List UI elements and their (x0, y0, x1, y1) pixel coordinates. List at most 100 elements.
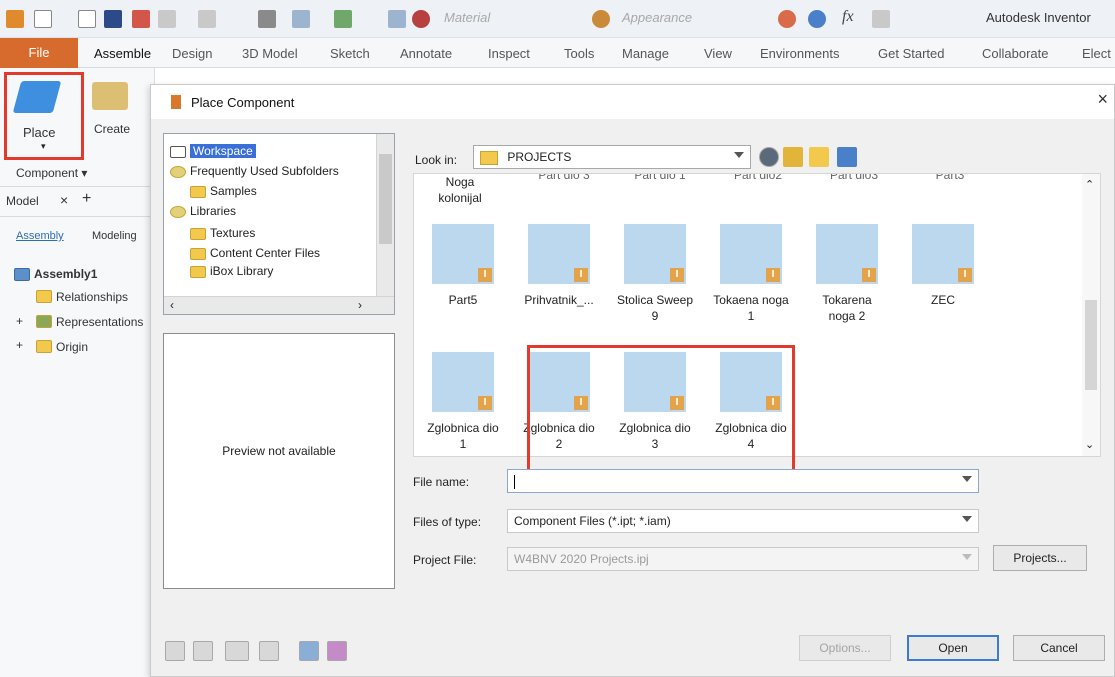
scroll-down-icon[interactable]: ⌄ (1085, 438, 1094, 451)
create-label[interactable]: Create (94, 122, 130, 136)
options-icon[interactable] (327, 641, 347, 661)
file-item[interactable]: I Stolica Sweep 9 (616, 224, 694, 324)
project-file-value: W4BNV 2020 Projects.ipj (514, 552, 649, 566)
location-samples[interactable]: Samples (190, 182, 257, 200)
adjust-icon[interactable] (778, 10, 796, 28)
new-folder-icon[interactable] (809, 147, 829, 167)
tab-inspect[interactable]: Inspect (488, 46, 530, 61)
ribbon-tabs: File Assemble Design 3D Model Sketch Ann… (0, 38, 1115, 68)
tree-item-representations[interactable]: Representations (56, 315, 143, 329)
fx-icon[interactable]: fx (842, 8, 854, 26)
save-icon[interactable] (104, 10, 122, 28)
tree-root[interactable]: Assembly1 (34, 267, 97, 281)
location-textures[interactable]: Textures (190, 224, 255, 242)
scroll-up-icon[interactable]: ⌃ (1085, 178, 1094, 191)
partial-file[interactable]: Part dio3 (814, 174, 894, 182)
partial-file[interactable]: Part dio 1 (620, 174, 700, 182)
location-label: Samples (210, 184, 257, 198)
undo-icon[interactable] (158, 10, 176, 28)
open-icon[interactable] (78, 10, 96, 28)
projects-button[interactable]: Projects... (993, 545, 1087, 571)
tab-annotate[interactable]: Annotate (400, 46, 452, 61)
file-list-vscroll[interactable]: ⌃ ⌄ (1082, 174, 1100, 456)
material-dropdown[interactable]: Material (444, 10, 580, 30)
expand-icon[interactable]: + (16, 314, 23, 328)
tree-item-relationships[interactable]: Relationships (56, 290, 128, 304)
open-button[interactable]: Open (907, 635, 999, 661)
tab-assembly[interactable]: Assembly (16, 230, 64, 242)
scroll-thumb[interactable] (379, 154, 392, 244)
partial-file[interactable]: Noga kolonijal (430, 174, 490, 206)
home-icon[interactable] (258, 10, 276, 28)
file-item[interactable]: I Zglobnica dio 1 (424, 352, 502, 452)
file-name: Part5 (448, 293, 478, 307)
tab-collaborate[interactable]: Collaborate (982, 46, 1049, 61)
location-workspace[interactable]: Workspace (170, 142, 256, 160)
file-type-select[interactable]: Component Files (*.ipt; *.iam) (507, 509, 979, 533)
scroll-thumb[interactable] (1085, 300, 1097, 390)
file-name-input[interactable] (507, 469, 979, 493)
scroll-left-icon[interactable]: ‹ (170, 298, 174, 312)
tab-tools[interactable]: Tools (564, 46, 594, 61)
locations-vscroll[interactable] (376, 134, 394, 296)
file-item[interactable]: I Prihvatnik_... (520, 224, 598, 308)
up-folder-icon[interactable] (783, 147, 803, 167)
back-icon[interactable] (759, 147, 779, 167)
tab-view[interactable]: View (704, 46, 732, 61)
view-menu-icon[interactable] (837, 147, 857, 167)
partial-file[interactable]: Part dio 3 (524, 174, 604, 182)
partial-file[interactable]: Part dio2 (718, 174, 798, 182)
scroll-right-icon[interactable]: › (358, 298, 362, 312)
tab-3d-model[interactable]: 3D Model (242, 46, 298, 61)
parameters-icon[interactable] (259, 641, 279, 661)
file-item[interactable]: I Tokaena noga 1 (712, 224, 790, 324)
location-content-center[interactable]: Content Center Files (190, 244, 320, 262)
tab-manage[interactable]: Manage (622, 46, 669, 61)
look-in-value: PROJECTS (507, 150, 572, 164)
file-item[interactable]: I ZEC (904, 224, 982, 308)
file-item[interactable]: I Tokarena noga 2 (808, 224, 886, 324)
cancel-button[interactable]: Cancel (1013, 635, 1105, 661)
close-icon[interactable]: × (1097, 89, 1108, 110)
stop-icon[interactable] (412, 10, 430, 28)
component-panel-dropdown[interactable]: Component ▾ (16, 166, 87, 180)
plus-icon[interactable] (872, 10, 890, 28)
tab-modeling[interactable]: Modeling (92, 230, 137, 242)
create-icon[interactable] (92, 82, 128, 110)
file-item[interactable]: I Part5 (424, 224, 502, 308)
tree-item-origin[interactable]: Origin (56, 340, 88, 354)
close-model-tab-icon[interactable]: × (60, 192, 68, 208)
tab-file[interactable]: File (0, 38, 78, 68)
appearance-dropdown[interactable]: Appearance (622, 10, 772, 30)
tab-get-started[interactable]: Get Started (878, 46, 944, 61)
locations-hscroll[interactable]: ‹ › (164, 296, 394, 314)
look-in-combo[interactable]: PROJECTS (473, 145, 751, 169)
model-tab[interactable]: Model (6, 194, 39, 208)
place-button[interactable]: Place ▾ (4, 72, 84, 160)
highlight-box (527, 345, 795, 475)
tab-assemble[interactable]: Assemble (94, 46, 151, 61)
expand-icon[interactable]: + (16, 338, 23, 352)
tab-sketch[interactable]: Sketch (330, 46, 370, 61)
macro-icon[interactable] (132, 10, 150, 28)
tab-electromechanical[interactable]: Elect (1082, 46, 1111, 61)
find-icon[interactable] (193, 641, 213, 661)
redo-icon[interactable] (198, 10, 216, 28)
clear-icon[interactable] (808, 10, 826, 28)
tab-environments[interactable]: Environments (760, 46, 839, 61)
tab-design[interactable]: Design (172, 46, 212, 61)
window-title: Autodesk Inventor (986, 10, 1091, 25)
appearance-icon (592, 10, 610, 28)
add-tab-icon[interactable]: + (82, 190, 91, 208)
help-icon[interactable] (165, 641, 185, 661)
ibox-icon[interactable] (299, 641, 319, 661)
partial-file[interactable]: Part3 (910, 174, 990, 182)
content-center-icon[interactable] (225, 641, 249, 661)
measure-icon[interactable] (388, 10, 406, 28)
location-frequent[interactable]: Frequently Used Subfolders (170, 162, 370, 180)
new-icon[interactable] (34, 10, 52, 28)
location-libraries[interactable]: Libraries (170, 202, 236, 220)
location-ibox[interactable]: iBox Library (190, 262, 273, 280)
select-icon[interactable] (292, 10, 310, 28)
update-icon[interactable] (334, 10, 352, 28)
